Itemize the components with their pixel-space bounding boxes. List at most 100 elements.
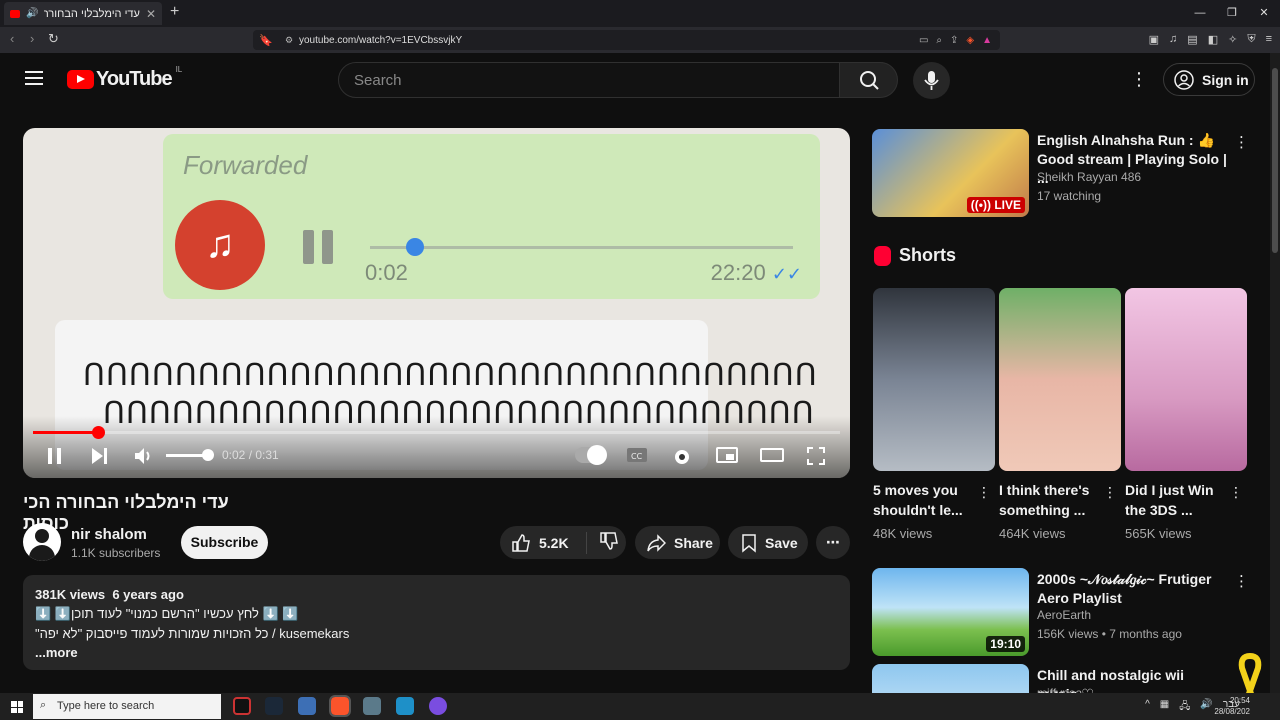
captions-icon[interactable]: CC xyxy=(626,446,648,464)
dislike-button[interactable] xyxy=(587,531,619,554)
page-scrollbar[interactable] xyxy=(1270,53,1280,693)
extensions-icon[interactable]: ▣ xyxy=(1149,33,1159,46)
vpn-icon[interactable]: ⛨ xyxy=(1247,33,1255,46)
subscribe-button[interactable]: Subscribe xyxy=(181,526,268,559)
short-menu-icon[interactable]: ⋮ xyxy=(977,484,991,501)
close-window-button[interactable]: ✕ xyxy=(1248,0,1280,27)
reload-button[interactable]: ↻ xyxy=(48,31,59,47)
tray-app-icon[interactable]: ▦ xyxy=(1160,699,1169,716)
related-video-card[interactable]: Chill and nostalgic wii music ♡ miffypoa xyxy=(872,664,1252,693)
pause-icon[interactable] xyxy=(45,446,65,466)
autoplay-toggle[interactable] xyxy=(575,445,607,465)
window-controls: — ❐ ✕ xyxy=(1184,0,1280,27)
scrollbar-thumb[interactable] xyxy=(1272,68,1278,253)
wa-pause-icon xyxy=(303,230,335,264)
share-button[interactable]: Share xyxy=(635,526,720,559)
voice-search-button[interactable] xyxy=(913,62,950,99)
short-card[interactable]: Did I just Win the 3DS ... 565K views ⋮ xyxy=(1125,288,1247,541)
progress-bar[interactable] xyxy=(33,426,840,439)
leo-icon[interactable]: ✧ xyxy=(1228,33,1237,46)
more-link[interactable]: ...more xyxy=(35,645,838,660)
wallet-icon[interactable]: ◧ xyxy=(1208,33,1218,46)
video-thumbnail[interactable]: 19:10 xyxy=(872,568,1029,656)
video-thumbnail[interactable] xyxy=(872,664,1029,693)
short-card[interactable]: 5 moves you shouldn't le... 48K views ⋮ xyxy=(873,288,995,541)
search-button[interactable] xyxy=(839,62,898,98)
settings-more-icon[interactable]: ⋮ xyxy=(1130,69,1148,90)
video-card-channel[interactable]: AeroEarth xyxy=(1037,608,1091,622)
taskbar-clock[interactable]: 20:54 28/08/202 xyxy=(1214,695,1250,717)
short-menu-icon[interactable]: ⋮ xyxy=(1103,484,1117,501)
volume-tray-icon[interactable]: 🔊 xyxy=(1200,699,1212,716)
more-horizontal-icon: ⋯ xyxy=(826,534,840,550)
forward-button[interactable]: › xyxy=(30,31,34,46)
card-menu-icon[interactable]: ⋮ xyxy=(1234,133,1249,151)
progress-scrubber[interactable] xyxy=(91,426,105,439)
card-menu-icon[interactable]: ⋮ xyxy=(1234,572,1249,590)
more-actions-button[interactable]: ⋯ xyxy=(816,526,850,559)
taskbar-search-input[interactable]: ⌕ Type here to search xyxy=(33,694,221,719)
search-input[interactable]: Search xyxy=(338,62,840,98)
channel-avatar[interactable] xyxy=(23,523,61,561)
volume-slider[interactable] xyxy=(166,449,214,461)
windows-start-icon[interactable] xyxy=(11,701,23,713)
short-card[interactable]: I think there's something ... 464K views… xyxy=(999,288,1121,541)
video-player[interactable]: Forwarded ♫ 0:02 22:20 ✓✓ ՈՈՈՈՈՈՈՈՈՈՈՈՈՈ… xyxy=(23,128,850,478)
site-info-icon[interactable]: ⚙ xyxy=(279,35,299,46)
short-menu-icon[interactable]: ⋮ xyxy=(1229,484,1243,501)
share-page-icon[interactable]: ⇪ xyxy=(950,35,958,46)
menu-hamburger-icon[interactable] xyxy=(25,71,43,85)
steam-icon[interactable] xyxy=(265,697,283,715)
bookmark-icon[interactable]: 🔖 xyxy=(253,34,279,47)
short-views: 464K views xyxy=(999,526,1066,541)
close-tab-icon[interactable]: ✕ xyxy=(146,7,156,21)
save-button[interactable]: Save xyxy=(728,526,808,559)
network-icon[interactable]: 🖧 xyxy=(1179,699,1190,716)
taskbar-app-icon[interactable] xyxy=(429,697,447,715)
wa-audio-knob xyxy=(406,238,424,256)
zoom-icon[interactable]: ⌕ xyxy=(936,35,942,46)
short-title[interactable]: Did I just Win the 3DS ... xyxy=(1125,480,1229,520)
short-thumbnail[interactable] xyxy=(999,288,1121,471)
brave-browser-icon[interactable] xyxy=(329,695,351,717)
sidebar-icon[interactable]: ▤ xyxy=(1187,33,1197,46)
minimize-button[interactable]: — xyxy=(1184,0,1216,27)
ccleaner-icon[interactable] xyxy=(396,697,414,715)
browser-tab[interactable]: 🔊 עדי הימלבלוי הבחורה הכי כוסי ✕ xyxy=(4,2,162,25)
taskbar-app-icon[interactable] xyxy=(298,697,316,715)
fullscreen-icon[interactable] xyxy=(806,446,826,466)
cast-icon[interactable]: ▭ xyxy=(919,35,928,46)
speaker-icon[interactable]: 🔊 xyxy=(26,8,38,19)
channel-name[interactable]: nir shalom xyxy=(71,526,147,543)
theater-mode-icon[interactable] xyxy=(760,446,784,464)
tray-arrow-icon[interactable]: ^ xyxy=(1145,699,1150,716)
restore-button[interactable]: ❐ xyxy=(1216,0,1248,27)
menu-icon[interactable]: ≡ xyxy=(1266,33,1272,46)
miniplayer-icon[interactable] xyxy=(716,446,738,464)
short-title[interactable]: 5 moves you shouldn't le... xyxy=(873,480,977,520)
description-box[interactable]: 381K views 6 years ago ⬇️ ⬇️לחץ עכשיו "ה… xyxy=(23,575,850,670)
next-icon[interactable] xyxy=(89,446,109,466)
new-tab-button[interactable]: + xyxy=(170,3,179,21)
short-thumbnail[interactable] xyxy=(873,288,995,471)
taskbar-app-icon[interactable] xyxy=(233,697,251,715)
like-button[interactable]: 5.2K xyxy=(500,531,587,554)
back-button[interactable]: ‹ xyxy=(10,31,14,46)
sign-in-button[interactable]: Sign in xyxy=(1163,63,1255,96)
video-card-meta: 156K views • 7 months ago xyxy=(1037,627,1182,641)
brave-shield-icon[interactable]: ◈ xyxy=(966,35,974,46)
video-card-channel[interactable]: miffypoa xyxy=(1037,686,1082,693)
short-thumbnail[interactable] xyxy=(1125,288,1247,471)
short-title[interactable]: I think there's something ... xyxy=(999,480,1103,520)
volume-icon[interactable] xyxy=(133,446,155,466)
url-field[interactable]: 🔖 ⚙ youtube.com/watch?v=1EVCbssvjkY ▭ ⌕ … xyxy=(253,30,1000,50)
media-icon[interactable]: ♫ xyxy=(1169,33,1177,46)
taskbar-app-icon[interactable] xyxy=(363,697,381,715)
subscriber-count: 1.1K subscribers xyxy=(71,546,161,560)
video-thumbnail[interactable]: ((•)) LIVE xyxy=(872,129,1029,217)
video-card-channel[interactable]: Sheikh Rayyan 486 xyxy=(1037,170,1141,184)
settings-gear-icon[interactable] xyxy=(671,446,693,468)
youtube-logo[interactable]: YouTube IL xyxy=(67,65,182,91)
rewards-icon[interactable]: ▲ xyxy=(982,35,992,46)
video-card-title[interactable]: 2000s ~𝒩𝑜𝓈𝓉𝒶𝓁𝑔𝒾𝒸~ Frutiger Aero Playlist xyxy=(1037,570,1227,608)
